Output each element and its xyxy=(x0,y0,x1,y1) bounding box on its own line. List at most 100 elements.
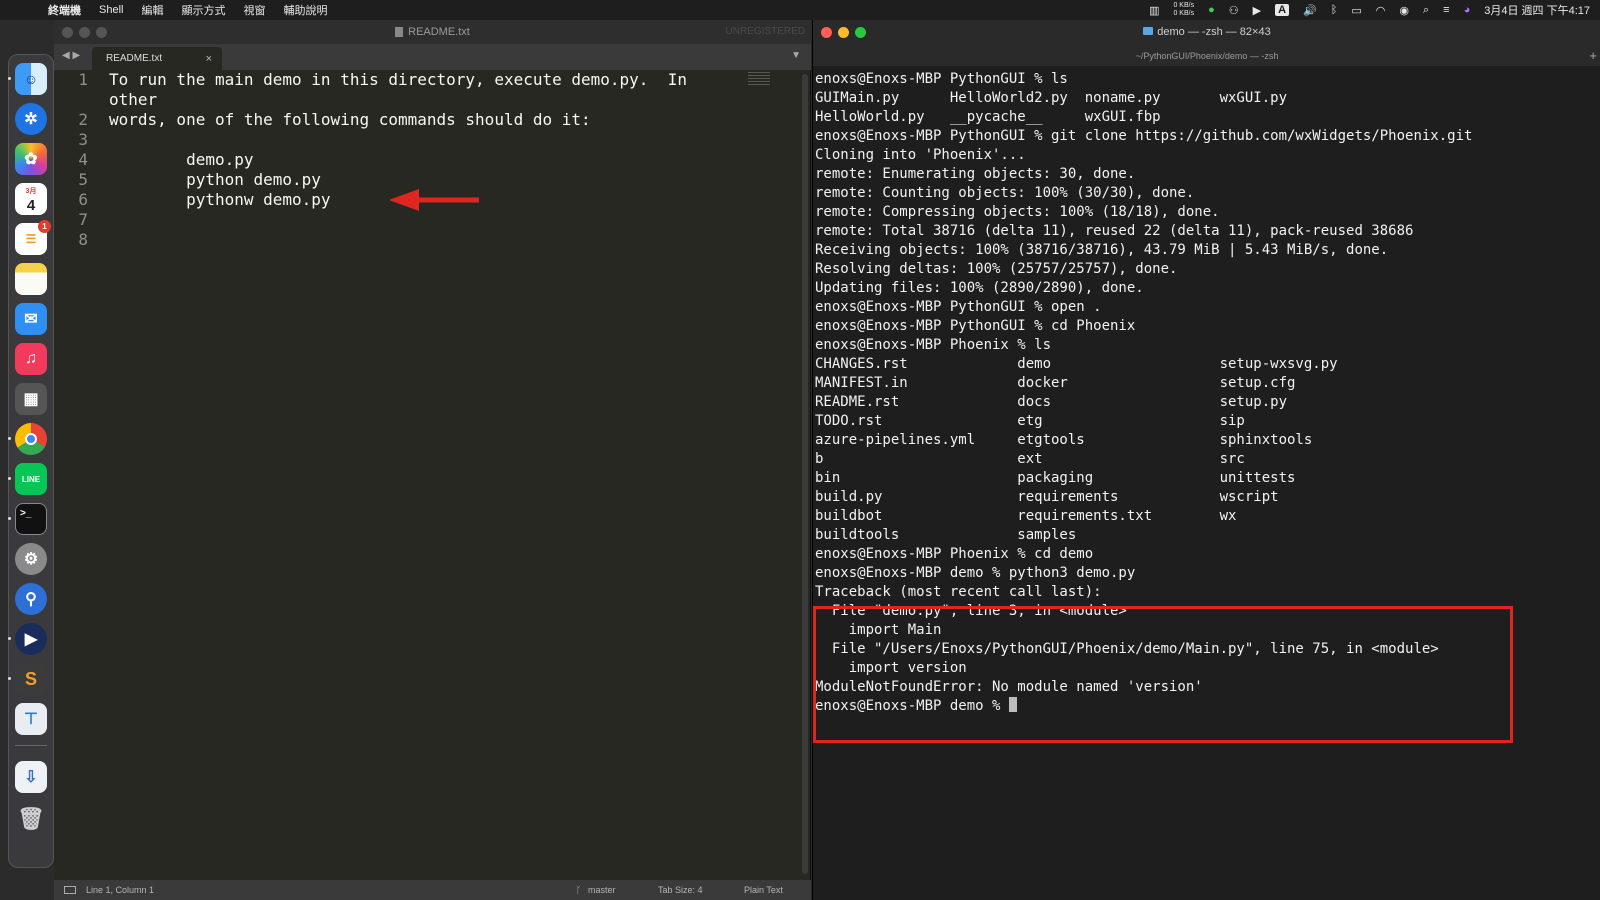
line-status-icon[interactable]: ● xyxy=(1208,4,1215,16)
unregistered-label: UNREGISTERED xyxy=(725,26,805,37)
wifi-icon[interactable]: ◠ xyxy=(1376,4,1386,17)
calendar-icon[interactable]: 3月 4 xyxy=(15,183,47,215)
editor-titlebar[interactable]: README.txt UNREGISTERED xyxy=(54,20,811,44)
quicktime-icon[interactable]: ▶ xyxy=(15,623,47,655)
tab-nav-arrows-icon[interactable]: ◀ ▶ xyxy=(62,50,80,61)
terminal-line: README.rst docs setup.py xyxy=(815,394,1288,410)
new-tab-icon[interactable]: + xyxy=(1589,48,1597,63)
network-speed[interactable]: 0 KB/s 0 KB/s xyxy=(1173,2,1194,18)
menu-app-terminal[interactable]: 終端機 xyxy=(48,2,81,18)
minimap[interactable] xyxy=(748,72,770,86)
menubar-clock[interactable]: 3月4日 週四 下午4:17 xyxy=(1484,2,1590,18)
volume-icon[interactable]: 🔊 xyxy=(1303,4,1317,17)
terminal-icon[interactable]: >_ xyxy=(15,503,47,535)
syntax-mode[interactable]: Plain Text xyxy=(744,885,783,895)
minimize-window-button[interactable] xyxy=(79,27,90,38)
terminal-line: remote: Counting objects: 100% (30/30), … xyxy=(815,185,1195,201)
terminal-window: demo — -zsh — 82×43 ~/PythonGUI/Phoenix/… xyxy=(812,20,1600,900)
dock-running-dot xyxy=(8,437,11,440)
terminal-prompt: enoxs@Enoxs-MBP demo % xyxy=(815,698,1009,714)
menu-window[interactable]: 視窗 xyxy=(243,2,265,18)
close-window-button[interactable] xyxy=(62,27,73,38)
tab-close-icon[interactable]: × xyxy=(206,53,212,65)
glasses-icon[interactable]: ⚇ xyxy=(1229,4,1239,17)
system-preferences-icon[interactable]: ⚙ xyxy=(15,543,47,575)
spotlight-search-icon[interactable]: ⌕ xyxy=(1423,4,1429,17)
input-method-icon[interactable]: A xyxy=(1275,4,1290,16)
terminal-prompt-line[interactable]: enoxs@Enoxs-MBP demo % xyxy=(815,697,1595,716)
code-line[interactable] xyxy=(109,230,749,250)
tab-label: README.txt xyxy=(106,53,163,64)
terminal-line: File "/Users/Enoxs/PythonGUI/Phoenix/dem… xyxy=(815,641,1439,657)
editor-tab-bar: ◀ ▶ README.txt × ▼ xyxy=(54,44,811,70)
siri-icon[interactable]: ◕ xyxy=(1464,4,1471,16)
keynote-icon[interactable]: ⊤ xyxy=(15,703,47,735)
line-number-gutter: 1 2 3 4 5 6 7 8 xyxy=(54,70,104,250)
calculator-icon[interactable]: ▦ xyxy=(15,383,47,415)
tab-dropdown-icon[interactable]: ▼ xyxy=(791,50,801,61)
code-line[interactable]: other xyxy=(109,90,749,110)
terminal-line: buildbot requirements.txt wx xyxy=(815,508,1237,524)
dock: ☺ ✲ ✿ 3月 4 ☰ 1 ✉ ♫ ▦ LINE >_ ⚙ ⚲ ▶ S ⊤ ⇩ … xyxy=(8,54,54,868)
editor-window-title: README.txt xyxy=(408,26,470,38)
menu-bar: 終端機 Shell 編輯 顯示方式 視窗 輔助說明 ▥ 0 KB/s 0 KB/… xyxy=(0,0,1600,20)
terminal-line: remote: Enumerating objects: 30, done. xyxy=(815,166,1136,182)
terminal-title-text: demo — -zsh — 82×43 xyxy=(1157,26,1271,38)
menu-edit[interactable]: 編輯 xyxy=(141,2,163,18)
code-area[interactable]: To run the main demo in this directory, … xyxy=(109,70,749,250)
code-line[interactable]: words, one of the following commands sho… xyxy=(109,110,749,130)
terminal-line: enoxs@Enoxs-MBP PythonGUI % open . xyxy=(815,299,1102,315)
terminal-line: enoxs@Enoxs-MBP Phoenix % ls xyxy=(815,337,1052,353)
code-line[interactable] xyxy=(109,210,749,230)
menu-shell[interactable]: Shell xyxy=(99,4,123,16)
menu-help[interactable]: 輔助說明 xyxy=(283,2,327,18)
zoom-window-button[interactable] xyxy=(96,27,107,38)
code-line[interactable] xyxy=(109,130,749,150)
code-line[interactable]: python demo.py xyxy=(109,170,749,190)
photos-icon[interactable]: ✿ xyxy=(15,143,47,175)
terminal-line: build.py requirements wscript xyxy=(815,489,1279,505)
terminal-line: GUIMain.py HelloWorld2.py noname.py wxGU… xyxy=(815,90,1288,106)
line-number: 5 xyxy=(78,170,88,189)
terminal-line: ModuleNotFoundError: No module named 've… xyxy=(815,679,1203,695)
tab-readme[interactable]: README.txt × xyxy=(92,47,222,70)
code-line[interactable]: demo.py xyxy=(109,150,749,170)
terminal-line: enoxs@Enoxs-MBP PythonGUI % cd Phoenix xyxy=(815,318,1136,334)
editor-window-controls xyxy=(62,27,107,38)
line-app-icon[interactable]: LINE xyxy=(15,463,47,495)
finder-icon[interactable]: ☺ xyxy=(15,63,47,95)
code-line[interactable]: To run the main demo in this directory, … xyxy=(109,70,749,90)
play-icon[interactable]: ▶ xyxy=(1253,4,1261,17)
sourcetree-icon[interactable]: ⚲ xyxy=(15,583,47,615)
terminal-line: File "demo.py", line 3, in <module> xyxy=(815,603,1127,619)
mail-icon[interactable]: ✉ xyxy=(15,303,47,335)
tab-size[interactable]: Tab Size: 4 xyxy=(658,885,703,895)
terminal-titlebar[interactable]: demo — -zsh — 82×43 ~/PythonGUI/Phoenix/… xyxy=(813,20,1600,66)
control-center-icon[interactable]: ≡ xyxy=(1443,4,1449,16)
battery-icon[interactable]: ▭ xyxy=(1351,4,1361,17)
trash-icon[interactable]: 🗑 xyxy=(15,803,47,835)
terminal-line: bin packaging unittests xyxy=(815,470,1296,486)
safari-icon[interactable]: ✲ xyxy=(15,103,47,135)
chrome-icon[interactable] xyxy=(15,423,47,455)
sublime-text-icon[interactable]: S xyxy=(15,663,47,695)
menu-view[interactable]: 顯示方式 xyxy=(181,2,225,18)
line-number: 8 xyxy=(78,230,88,249)
user-icon[interactable]: ◉ xyxy=(1399,4,1409,17)
reminders-icon[interactable]: ☰ 1 xyxy=(15,220,51,255)
terminal-line: b ext src xyxy=(815,451,1245,467)
terminal-line: azure-pipelines.yml etgtools sphinxtools xyxy=(815,432,1313,448)
editor-window: README.txt UNREGISTERED ◀ ▶ README.txt ×… xyxy=(54,20,811,900)
music-icon[interactable]: ♫ xyxy=(15,343,47,375)
panel-toggle-icon[interactable] xyxy=(64,886,76,894)
notes-icon[interactable] xyxy=(15,263,47,295)
git-branch-icon: ᚴ xyxy=(576,885,582,895)
dock-running-dot xyxy=(8,77,11,80)
bluetooth-icon[interactable]: ᛒ xyxy=(1331,4,1338,16)
cpu-meter-icon[interactable]: ▥ xyxy=(1149,4,1159,17)
editor-scrollbar[interactable] xyxy=(802,74,808,874)
reminders-badge: 1 xyxy=(38,220,51,233)
downloads-stack-icon[interactable]: ⇩ xyxy=(15,761,47,793)
git-branch[interactable]: master xyxy=(588,885,616,895)
terminal-output[interactable]: enoxs@Enoxs-MBP PythonGUI % ls GUIMain.py… xyxy=(815,70,1595,716)
